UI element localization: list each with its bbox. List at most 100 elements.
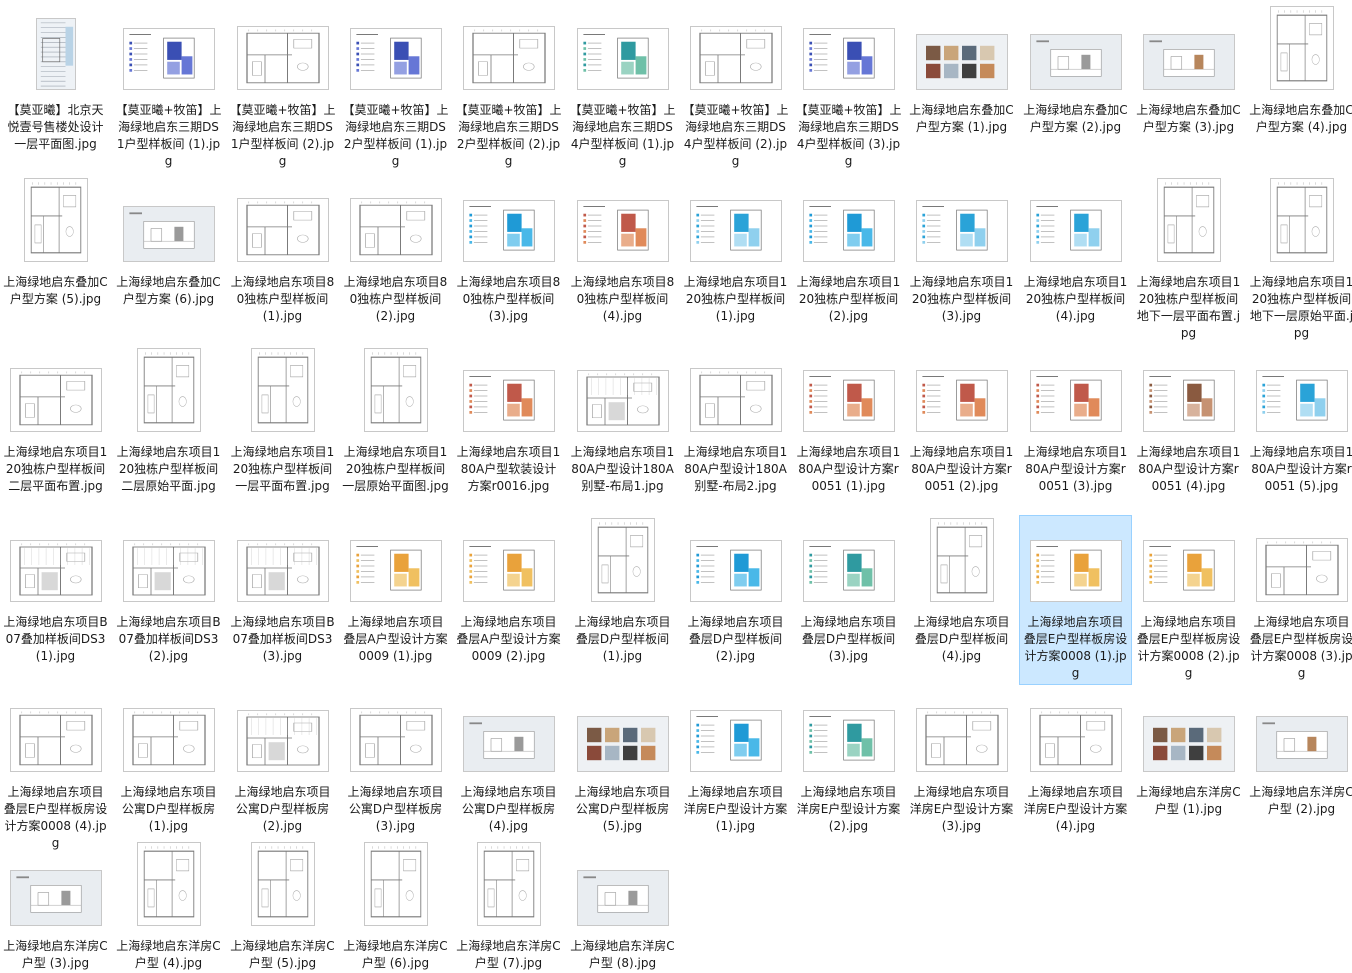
file-item[interactable]: 上海绿地启东项目洋房E户型设计方案 (2).jpg xyxy=(793,686,904,838)
thumbnail-area xyxy=(1020,686,1131,772)
file-item[interactable]: 上海绿地启东洋房C户型 (6).jpg xyxy=(340,840,451,973)
file-item[interactable]: 【莫亚曦+牧笛】上海绿地启东三期DS4户型样板间 (1).jpg xyxy=(567,4,678,172)
file-item[interactable]: 上海绿地启东项目180A户型设计方案r0051 (3).jpg xyxy=(1020,346,1131,514)
file-name: 上海绿地启东项目洋房E户型设计方案 (1).jpg xyxy=(683,785,788,833)
file-name: 【莫亚曦+牧笛】上海绿地启东三期DS4户型样板间 (2).jpg xyxy=(682,103,789,168)
file-item[interactable]: 上海绿地启东项目公寓D户型样板房 (4).jpg xyxy=(453,686,564,838)
file-name: 上海绿地启东叠加C户型方案 (4).jpg xyxy=(1249,103,1352,134)
thumbnail-area xyxy=(0,840,111,926)
file-item[interactable]: 上海绿地启东叠加C户型方案 (2).jpg xyxy=(1020,4,1131,172)
file-name: 上海绿地启东洋房C户型 (4).jpg xyxy=(116,939,221,970)
file-item[interactable]: 上海绿地启东项目180A户型设计180A别墅-布局1.jpg xyxy=(567,346,678,514)
file-item[interactable]: 上海绿地启东洋房C户型 (1).jpg xyxy=(1133,686,1244,838)
thumbnail-area xyxy=(0,686,111,772)
image-thumbnail xyxy=(690,710,782,772)
file-item[interactable]: 上海绿地启东叠加C户型方案 (4).jpg xyxy=(1246,4,1352,172)
file-item[interactable]: 【莫亚曦+牧笛】上海绿地启东三期DS2户型样板间 (1).jpg xyxy=(340,4,451,172)
file-item[interactable]: 上海绿地启东项目120独栋户型样板间 (1).jpg xyxy=(680,176,791,344)
file-item[interactable]: 【莫亚曦+牧笛】上海绿地启东三期DS1户型样板间 (1).jpg xyxy=(113,4,224,172)
file-item[interactable]: 上海绿地启东项目120独栋户型样板间一层平面布置.jpg xyxy=(227,346,338,514)
file-item[interactable]: 上海绿地启东项目80独栋户型样板间 (1).jpg xyxy=(227,176,338,344)
file-item[interactable]: 上海绿地启东项目B07叠加样板间DS3 (3).jpg xyxy=(227,516,338,684)
file-item[interactable]: 上海绿地启东项目叠层D户型样板间 (1).jpg xyxy=(567,516,678,684)
file-name: 上海绿地启东项目洋房E户型设计方案 (2).jpg xyxy=(796,785,901,833)
file-item[interactable]: 上海绿地启东项目B07叠加样板间DS3 (1).jpg xyxy=(0,516,111,684)
file-item[interactable]: 上海绿地启东项目120独栋户型样板间一层原始平面图.jpg xyxy=(340,346,451,514)
file-item[interactable]: 上海绿地启东项目180A户型设计方案r0051 (4).jpg xyxy=(1133,346,1244,514)
file-item[interactable]: 上海绿地启东项目洋房E户型设计方案 (3).jpg xyxy=(906,686,1017,838)
file-item[interactable]: 【莫亚曦+牧笛】上海绿地启东三期DS4户型样板间 (2).jpg xyxy=(680,4,791,172)
file-item[interactable]: 上海绿地启东叠加C户型方案 (5).jpg xyxy=(0,176,111,344)
thumbnail-area xyxy=(906,686,1017,772)
file-item[interactable]: 上海绿地启东项目120独栋户型样板间地下一层原始平面.jpg xyxy=(1246,176,1352,344)
image-thumbnail xyxy=(1157,178,1221,262)
file-item[interactable]: 上海绿地启东洋房C户型 (7).jpg xyxy=(453,840,564,973)
file-name: 上海绿地启东项目公寓D户型样板房 (2).jpg xyxy=(234,785,331,833)
file-item[interactable]: 上海绿地启东项目120独栋户型样板间 (3).jpg xyxy=(906,176,1017,344)
file-item[interactable]: 【莫亚曦】北京天悦壹号售楼处设计一层平面图.jpg xyxy=(0,4,111,172)
file-item[interactable]: 上海绿地启东项目180A户型设计方案r0051 (2).jpg xyxy=(906,346,1017,514)
file-item[interactable]: 上海绿地启东项目公寓D户型样板房 (2).jpg xyxy=(227,686,338,838)
file-item[interactable]: 上海绿地启东叠加C户型方案 (3).jpg xyxy=(1133,4,1244,172)
file-item[interactable]: 【莫亚曦+牧笛】上海绿地启东三期DS4户型样板间 (3).jpg xyxy=(793,4,904,172)
thumbnail-area xyxy=(680,4,791,90)
thumbnail-area xyxy=(567,686,678,772)
thumbnail-area xyxy=(453,176,564,262)
file-item[interactable]: 上海绿地启东项目180A户型设计方案r0051 (1).jpg xyxy=(793,346,904,514)
file-item[interactable]: 上海绿地启东叠加C户型方案 (6).jpg xyxy=(113,176,224,344)
file-item[interactable]: 上海绿地启东洋房C户型 (4).jpg xyxy=(113,840,224,973)
file-item[interactable]: 上海绿地启东项目120独栋户型样板间 (4).jpg xyxy=(1020,176,1131,344)
file-item[interactable]: 上海绿地启东项目B07叠加样板间DS3 (2).jpg xyxy=(113,516,224,684)
file-item[interactable]: 上海绿地启东项目180A户型软装设计方案r0016.jpg xyxy=(453,346,564,514)
image-thumbnail xyxy=(1256,538,1348,602)
file-item[interactable]: 上海绿地启东项目120独栋户型样板间二层原始平面.jpg xyxy=(113,346,224,514)
file-item[interactable]: 上海绿地启东项目洋房E户型设计方案 (4).jpg xyxy=(1020,686,1131,838)
file-name: 【莫亚曦+牧笛】上海绿地启东三期DS2户型样板间 (2).jpg xyxy=(455,103,562,168)
file-item[interactable]: 上海绿地启东项目洋房E户型设计方案 (1).jpg xyxy=(680,686,791,838)
file-item[interactable]: 上海绿地启东项目120独栋户型样板间二层平面布置.jpg xyxy=(0,346,111,514)
image-thumbnail xyxy=(1270,178,1334,262)
file-item[interactable]: 上海绿地启东项目叠层A户型设计方案0009 (1).jpg xyxy=(340,516,451,684)
file-name: 上海绿地启东项目180A户型设计方案r0051 (1).jpg xyxy=(796,445,901,493)
file-item[interactable]: 上海绿地启东洋房C户型 (5).jpg xyxy=(227,840,338,973)
image-thumbnail xyxy=(463,200,555,262)
file-item[interactable]: 上海绿地启东项目180A户型设计180A别墅-布局2.jpg xyxy=(680,346,791,514)
file-item[interactable]: 上海绿地启东项目80独栋户型样板间 (2).jpg xyxy=(340,176,451,344)
file-item[interactable]: 上海绿地启东洋房C户型 (2).jpg xyxy=(1246,686,1352,838)
image-thumbnail xyxy=(251,348,315,432)
file-item[interactable]: 【莫亚曦+牧笛】上海绿地启东三期DS1户型样板间 (2).jpg xyxy=(227,4,338,172)
thumbnail-area xyxy=(227,4,338,90)
image-thumbnail xyxy=(577,200,669,262)
file-item[interactable]: 上海绿地启东项目叠层D户型样板间 (3).jpg xyxy=(793,516,904,684)
file-item[interactable]: 上海绿地启东项目120独栋户型样板间地下一层平面布置.jpg xyxy=(1133,176,1244,344)
file-name: 上海绿地启东项目叠层D户型样板间 (2).jpg xyxy=(687,615,784,663)
file-item[interactable]: 上海绿地启东项目叠层D户型样板间 (2).jpg xyxy=(680,516,791,684)
image-thumbnail xyxy=(10,708,102,772)
image-thumbnail xyxy=(350,28,442,90)
file-item[interactable]: 上海绿地启东项目叠层E户型样板房设计方案0008 (1).jpg xyxy=(1019,515,1132,685)
file-item[interactable]: 上海绿地启东项目叠层D户型样板间 (4).jpg xyxy=(906,516,1017,684)
file-item[interactable]: 上海绿地启东项目公寓D户型样板房 (3).jpg xyxy=(340,686,451,838)
file-item[interactable]: 上海绿地启东项目180A户型设计方案r0051 (5).jpg xyxy=(1246,346,1352,514)
file-item[interactable]: 上海绿地启东项目公寓D户型样板房 (5).jpg xyxy=(567,686,678,838)
thumbnail-area xyxy=(227,516,338,602)
file-item[interactable]: 上海绿地启东项目叠层E户型样板房设计方案0008 (3).jpg xyxy=(1246,516,1352,684)
image-thumbnail xyxy=(123,540,215,602)
file-item[interactable]: 上海绿地启东项目叠层E户型样板房设计方案0008 (2).jpg xyxy=(1133,516,1244,684)
file-item[interactable]: 【莫亚曦+牧笛】上海绿地启东三期DS2户型样板间 (2).jpg xyxy=(453,4,564,172)
image-thumbnail xyxy=(803,540,895,602)
thumbnail-area xyxy=(680,516,791,602)
file-item[interactable]: 上海绿地启东项目叠层E户型样板房设计方案0008 (4).jpg xyxy=(0,686,111,850)
file-name: 上海绿地启东项目120独栋户型样板间 (3).jpg xyxy=(909,275,1014,323)
image-thumbnail xyxy=(690,368,782,432)
file-item[interactable]: 上海绿地启东项目120独栋户型样板间 (2).jpg xyxy=(793,176,904,344)
file-item[interactable]: 上海绿地启东洋房C户型 (8).jpg xyxy=(567,840,678,973)
file-item[interactable]: 上海绿地启东洋房C户型 (3).jpg xyxy=(0,840,111,973)
file-item[interactable]: 上海绿地启东项目叠层A户型设计方案0009 (2).jpg xyxy=(453,516,564,684)
file-item[interactable]: 上海绿地启东叠加C户型方案 (1).jpg xyxy=(906,4,1017,172)
file-name: 上海绿地启东项目120独栋户型样板间一层原始平面图.jpg xyxy=(342,445,449,493)
file-item[interactable]: 上海绿地启东项目80独栋户型样板间 (3).jpg xyxy=(453,176,564,344)
file-item[interactable]: 上海绿地启东项目公寓D户型样板房 (1).jpg xyxy=(113,686,224,838)
image-thumbnail xyxy=(123,708,215,772)
file-item[interactable]: 上海绿地启东项目80独栋户型样板间 (4).jpg xyxy=(567,176,678,344)
